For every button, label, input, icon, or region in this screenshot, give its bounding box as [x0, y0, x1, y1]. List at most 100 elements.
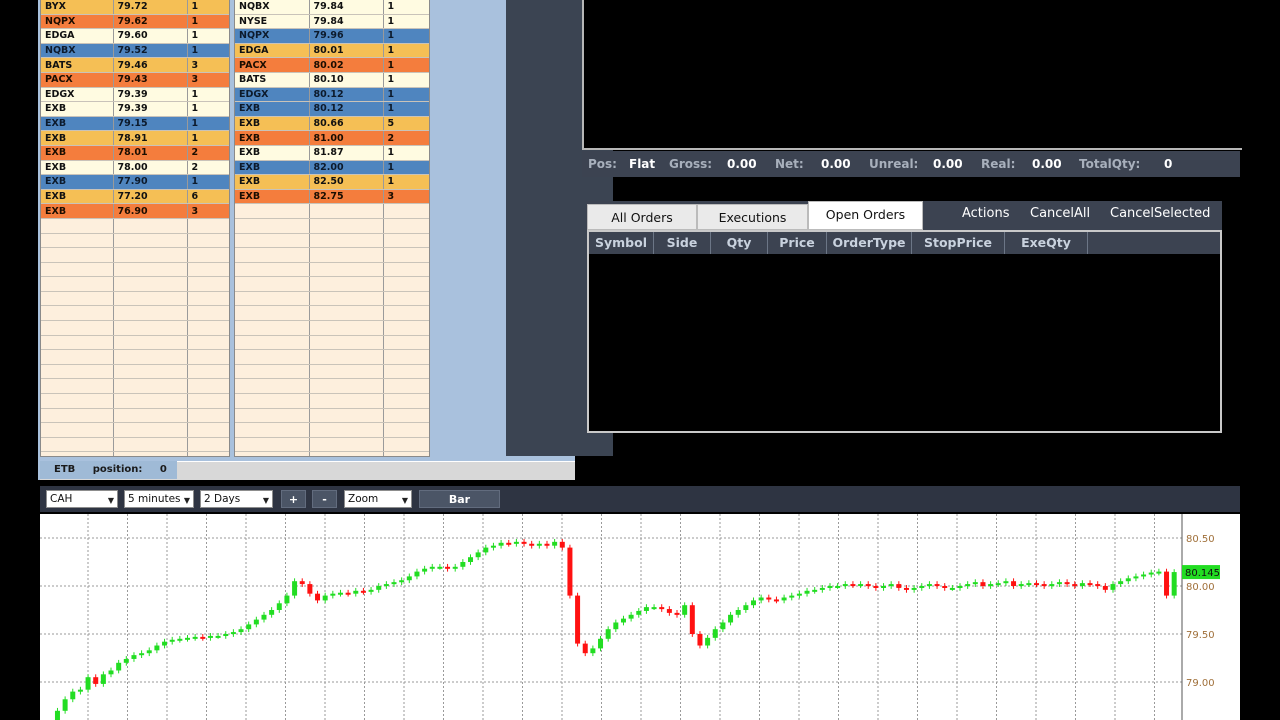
ask-book-row[interactable]: EDGA 80.01 1: [235, 43, 429, 59]
candle-body: [1148, 572, 1154, 575]
ask-book-row[interactable]: [235, 408, 429, 424]
col-side[interactable]: Side: [654, 232, 711, 254]
bid-book-row[interactable]: EXB 79.15 1: [41, 116, 229, 132]
ask-book-row[interactable]: [235, 451, 429, 456]
bid-book-row[interactable]: NQBX 79.52 1: [41, 43, 229, 59]
ask-book-row[interactable]: EXB 82.75 3: [235, 189, 429, 205]
ask-venue-cell: EXB: [235, 189, 310, 205]
bid-book-row[interactable]: [41, 247, 229, 263]
ask-book-row[interactable]: [235, 393, 429, 409]
ask-book-row[interactable]: [235, 349, 429, 365]
bid-book-row[interactable]: [41, 451, 229, 456]
col-symbol[interactable]: Symbol: [589, 232, 654, 254]
bid-book[interactable]: BYX 79.72 1 NQPX 79.62 1 EDGA 79.60 1 NQBX 79.52 1 B…: [40, 0, 230, 457]
bid-book-row[interactable]: BATS 79.46 3: [41, 57, 229, 73]
bid-book-row[interactable]: EXB 76.90 3: [41, 203, 229, 219]
bid-book-row[interactable]: EXB 78.00 2: [41, 160, 229, 176]
candle-body: [766, 597, 772, 600]
ask-book-row[interactable]: EXB 80.12 1: [235, 101, 429, 117]
bid-book-row[interactable]: [41, 276, 229, 292]
col-exe-qty[interactable]: ExeQty: [1005, 232, 1088, 254]
bid-book-row[interactable]: [41, 291, 229, 307]
bid-book-row[interactable]: [41, 393, 229, 409]
price-chart[interactable]: 80.50 80.00 79.50 79.00 80.145: [40, 514, 1240, 720]
ask-book-row[interactable]: [235, 335, 429, 351]
ask-book-row[interactable]: [235, 276, 429, 292]
bid-book-row[interactable]: EXB 78.01 2: [41, 145, 229, 161]
bid-size-cell: 3: [187, 203, 229, 219]
bid-book-row[interactable]: [41, 437, 229, 453]
bid-book-row[interactable]: [41, 408, 229, 424]
bid-book-row[interactable]: [41, 320, 229, 336]
ask-book-row[interactable]: EXB 82.50 1: [235, 174, 429, 190]
ask-book[interactable]: NQBX 79.84 1 NYSE 79.84 1 NQPX 79.96 1 EDGA 80.01 1…: [234, 0, 430, 457]
bid-book-row[interactable]: PACX 79.43 3: [41, 72, 229, 88]
ask-book-row[interactable]: EXB 82.00 1: [235, 160, 429, 176]
bid-book-row[interactable]: EXB 78.91 1: [41, 130, 229, 146]
candle-body: [445, 566, 451, 569]
chart-style-button[interactable]: Bar: [419, 490, 500, 508]
bid-book-row[interactable]: [41, 378, 229, 395]
tab-all-orders[interactable]: All Orders: [587, 204, 697, 230]
bid-book-row[interactable]: [41, 422, 229, 438]
ask-book-row[interactable]: EXB 80.66 5: [235, 116, 429, 132]
zoom-out-button[interactable]: -: [312, 490, 337, 508]
bid-book-row[interactable]: EXB 77.20 6: [41, 189, 229, 205]
bid-book-row[interactable]: BYX 79.72 1: [41, 0, 229, 15]
ask-book-row[interactable]: EXB 81.87 1: [235, 145, 429, 161]
bid-book-row[interactable]: NQPX 79.62 1: [41, 14, 229, 30]
ask-book-row[interactable]: NQBX 79.84 1: [235, 0, 429, 15]
ask-book-row[interactable]: [235, 203, 429, 219]
tab-executions[interactable]: Executions: [697, 204, 808, 230]
status-position-label: position:: [92, 464, 143, 475]
bid-book-row[interactable]: EDGX 79.39 1: [41, 87, 229, 103]
ask-book-row[interactable]: [235, 262, 429, 278]
ask-book-row[interactable]: [235, 320, 429, 336]
ask-book-row[interactable]: [235, 422, 429, 438]
ask-book-row[interactable]: PACX 80.02 1: [235, 57, 429, 73]
zoom-in-button[interactable]: +: [281, 490, 306, 508]
ask-book-row[interactable]: [235, 218, 429, 234]
col-order-type[interactable]: OrderType: [827, 232, 912, 254]
ask-book-row[interactable]: [235, 364, 429, 380]
ask-book-row[interactable]: [235, 437, 429, 453]
ask-size-cell: [383, 218, 429, 234]
ask-book-row[interactable]: [235, 291, 429, 307]
cancel-selected-button[interactable]: CancelSelected: [1110, 206, 1210, 221]
bid-venue-cell: EXB: [41, 116, 114, 132]
ask-book-row[interactable]: [235, 305, 429, 322]
ask-book-row[interactable]: NQPX 79.96 1: [235, 28, 429, 44]
bid-price-cell: [113, 233, 188, 249]
bid-book-row[interactable]: [41, 349, 229, 365]
ask-book-row[interactable]: NYSE 79.84 1: [235, 14, 429, 30]
cancel-all-button[interactable]: CancelAll: [1030, 206, 1090, 221]
ask-book-row[interactable]: BATS 80.10 1: [235, 72, 429, 88]
ask-book-row[interactable]: EXB 81.00 2: [235, 130, 429, 146]
bid-book-row[interactable]: EXB 79.39 1: [41, 101, 229, 117]
ask-book-row[interactable]: [235, 247, 429, 263]
orders-grid[interactable]: Symbol Side Qty Price OrderType StopPric…: [587, 230, 1222, 433]
bid-book-row[interactable]: EXB 77.90 1: [41, 174, 229, 190]
candle-body: [169, 639, 175, 642]
bid-book-row[interactable]: EDGA 79.60 1: [41, 28, 229, 44]
tab-open-orders[interactable]: Open Orders: [808, 201, 923, 230]
bid-book-row[interactable]: [41, 262, 229, 278]
symbol-select[interactable]: CAH ▼: [46, 490, 118, 508]
ask-book-row[interactable]: EDGX 80.12 1: [235, 87, 429, 103]
ask-book-row[interactable]: [235, 378, 429, 395]
range-select[interactable]: 2 Days ▼: [200, 490, 273, 508]
bid-venue-cell: [41, 247, 114, 263]
ask-book-row[interactable]: [235, 233, 429, 249]
zoom-select[interactable]: Zoom ▼: [344, 490, 412, 508]
col-stop-price[interactable]: StopPrice: [912, 232, 1005, 254]
bid-book-row[interactable]: [41, 233, 229, 249]
actions-menu[interactable]: Actions: [962, 206, 1010, 221]
bid-book-row[interactable]: [41, 218, 229, 234]
bid-book-row[interactable]: [41, 335, 229, 351]
col-qty[interactable]: Qty: [711, 232, 768, 254]
bid-book-row[interactable]: [41, 305, 229, 322]
chart-canvas[interactable]: 80.50 80.00 79.50 79.00 80.145: [40, 514, 1240, 720]
col-price[interactable]: Price: [768, 232, 827, 254]
bid-book-row[interactable]: [41, 364, 229, 380]
interval-select[interactable]: 5 minutes ▼: [124, 490, 194, 508]
